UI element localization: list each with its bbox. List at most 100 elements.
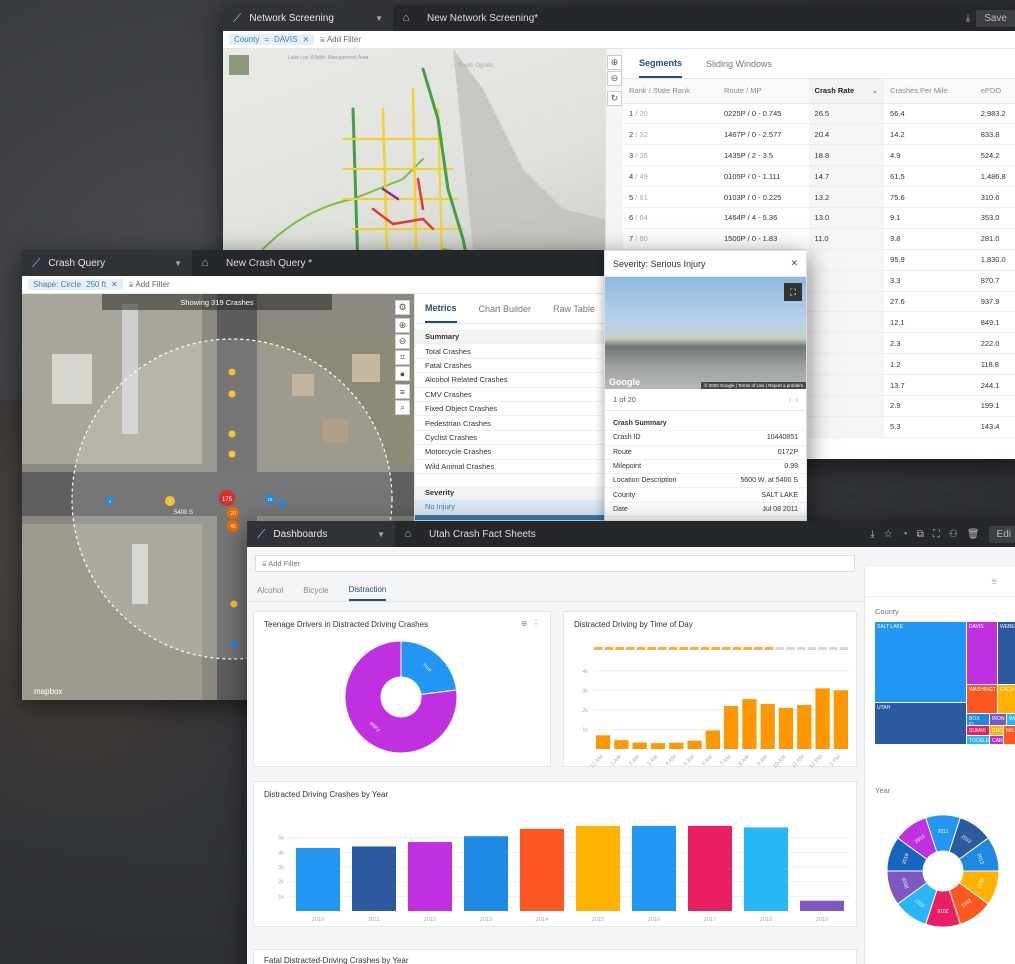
tab-segments[interactable]: Segments (639, 50, 683, 78)
col-crashes-per-mile[interactable]: Crashes Per Mile (884, 79, 975, 104)
locate-icon[interactable]: ● (395, 366, 410, 381)
treemap-cell[interactable]: TOOELE (967, 736, 989, 744)
treemap-cell[interactable]: IRON (990, 714, 1006, 725)
tab-bicycle[interactable]: Bicycle (303, 586, 328, 595)
pager-arrows-icon[interactable]: ‹ › (789, 395, 798, 404)
bar[interactable] (833, 690, 848, 749)
bar[interactable] (596, 735, 611, 749)
metric-cyclist-crashes[interactable]: Cyclist Crashes (415, 431, 626, 446)
bar[interactable] (632, 825, 676, 911)
bar[interactable] (760, 704, 775, 749)
metric-total-crashes[interactable]: Total Crashes (415, 344, 626, 359)
bar[interactable] (296, 847, 340, 911)
treemap-cell[interactable]: WA (1007, 714, 1015, 725)
metric-fixed-object-crashes[interactable]: Fixed Object Crashes (415, 402, 626, 417)
table-row[interactable]: 3 / 36 1435P / 2 - 3.5 18.8 4.9 524.2 (623, 144, 1015, 167)
bar[interactable] (687, 740, 702, 749)
bar[interactable] (632, 742, 647, 749)
zoom-out-icon[interactable]: ⊖ (395, 334, 410, 349)
bar[interactable] (705, 730, 720, 749)
download-icon[interactable]: ⤓ (966, 13, 970, 24)
col-route[interactable]: Route / MP (718, 79, 809, 104)
zoom-in-icon[interactable]: ⊕ (395, 318, 410, 333)
filter-icon[interactable]: ⩸ (992, 576, 997, 587)
treemap-cell[interactable]: WEBE (998, 622, 1015, 684)
filter-chip-shape[interactable]: Shape: Circle 250 ft ✕ (28, 279, 123, 290)
bar[interactable] (800, 900, 844, 911)
bar[interactable] (614, 740, 629, 749)
bar[interactable] (815, 688, 830, 749)
table-row[interactable]: 1 / 20 0225P / 0 - 0.745 26.5 56.4 2,983.2 (623, 103, 1015, 125)
street-view-image[interactable]: ⛶ Google © 2020 Google | Terms of Use | … (605, 277, 806, 389)
treemap-cell[interactable]: MILL (1004, 726, 1015, 744)
metric-pedestrian-crashes[interactable]: Pedestrian Crashes (415, 416, 626, 431)
close-icon[interactable]: ✕ (111, 280, 118, 289)
bar[interactable] (576, 825, 620, 911)
edit-button[interactable]: Edi (988, 525, 1015, 543)
copy-icon[interactable]: ⧉ (917, 529, 924, 540)
fullscreen-icon[interactable]: ⛶ (933, 529, 940, 540)
metric-fatal-crashes[interactable]: Fatal Crashes (415, 359, 626, 374)
treemap-cell[interactable]: SUMMI (967, 726, 989, 735)
treemap-cell[interactable]: DUCH (990, 726, 1006, 735)
home-icon[interactable]: ⌂ (192, 257, 218, 269)
home-icon[interactable]: ⌂ (393, 12, 419, 24)
filter-chip-county[interactable]: County = DAVIS ✕ (229, 34, 315, 45)
metric-motorcycle-crashes[interactable]: Motorcycle Crashes (415, 445, 626, 460)
bar[interactable] (352, 846, 396, 911)
search-icon[interactable]: ⌕ (395, 400, 410, 415)
save-button[interactable]: Save (976, 9, 1015, 27)
add-filter-button[interactable]: ⩸ Add Filter (320, 35, 361, 45)
col-crash-rate[interactable]: Crash Rate ⌄ (808, 79, 885, 104)
rss-icon[interactable]: ◔ (902, 529, 908, 540)
bar[interactable] (464, 836, 508, 911)
metric-cmv-crashes[interactable]: CMV Crashes (415, 388, 626, 402)
close-icon[interactable]: ✕ (302, 35, 309, 44)
treemap-cell[interactable]: UTAH (875, 703, 966, 744)
bar[interactable] (669, 742, 684, 749)
tab-metrics[interactable]: Metrics (425, 295, 457, 323)
treemap-cell[interactable]: CARB (990, 736, 1006, 744)
close-icon[interactable]: ✕ (790, 258, 798, 269)
app-switcher[interactable]: ⟋ Crash Query ▼ (22, 250, 192, 276)
card-menu-icon[interactable]: ⊕ ⋮ (521, 619, 540, 628)
bar[interactable] (742, 699, 757, 749)
treemap-cell[interactable]: SALT LAKE (875, 622, 966, 702)
add-filter-button[interactable]: ⩸ Add Filter (129, 280, 170, 290)
bar[interactable] (724, 705, 739, 749)
tab-raw-table[interactable]: Raw Table (553, 304, 595, 314)
bar[interactable] (408, 842, 452, 911)
app-switcher[interactable]: ⟋ Dashboards ▼ (247, 521, 395, 547)
zoom-out-icon[interactable]: ⊖ (607, 71, 622, 86)
tab-distraction[interactable]: Distraction (348, 580, 387, 601)
table-row[interactable]: 6 / 64 1464P / 4 - 5.36 13.0 9.1 353.0 (623, 207, 1015, 229)
home-icon[interactable]: ⌂ (395, 528, 421, 540)
share-icon[interactable]: ⚇ (949, 529, 958, 540)
tab-alcohol[interactable]: Alcohol (257, 586, 283, 595)
fullscreen-icon[interactable]: ⛶ (784, 283, 802, 301)
bar[interactable] (688, 825, 732, 911)
star-icon[interactable]: ☆ (884, 529, 893, 540)
tab-sliding-windows[interactable]: Sliding Windows (706, 59, 772, 69)
treemap-cell[interactable]: DAVIS (967, 622, 997, 684)
bar[interactable] (797, 705, 812, 749)
severity-no-injury[interactable]: No Injury (415, 500, 626, 515)
col-rank[interactable]: Rank / State Rank (623, 79, 719, 104)
county-treemap[interactable]: SALT LAKE DAVIS WEBE WASHINGT CACH UTAH … (875, 622, 1015, 744)
metric-alcohol-crashes[interactable]: Alcohol Related Crashes (415, 373, 626, 388)
bar[interactable] (650, 743, 666, 749)
table-row[interactable]: 7 / 80 1500P / 0 - 1.83 11.0 3.8 281.0 (623, 228, 1015, 250)
table-row[interactable]: 2 / 32 1467P / 0 - 2.577 20.4 14.2 833.8 (623, 123, 1015, 146)
table-row[interactable]: 5 / 61 0103P / 0 - 0.225 13.2 75.6 310.6 (623, 186, 1015, 208)
tab-chart-builder[interactable]: Chart Builder (479, 304, 532, 314)
treemap-cell[interactable]: CACH (998, 685, 1015, 713)
app-switcher[interactable]: ⟋ Network Screening ▼ (223, 5, 393, 31)
add-filter-input[interactable]: ⩸ Add Filter (255, 555, 855, 572)
treemap-cell[interactable]: WASHINGT (967, 685, 997, 713)
bar[interactable] (778, 707, 794, 749)
bar[interactable] (744, 827, 788, 911)
treemap-cell[interactable]: BOX EL (967, 714, 989, 728)
metric-wild-animal-crashes[interactable]: Wild Animal Crashes (415, 460, 626, 474)
draw-shape-icon[interactable]: ⌗ (395, 350, 410, 365)
table-row[interactable]: 4 / 49 0105P / 0 - 1.111 14.7 61.5 1,486.8 (623, 165, 1015, 188)
